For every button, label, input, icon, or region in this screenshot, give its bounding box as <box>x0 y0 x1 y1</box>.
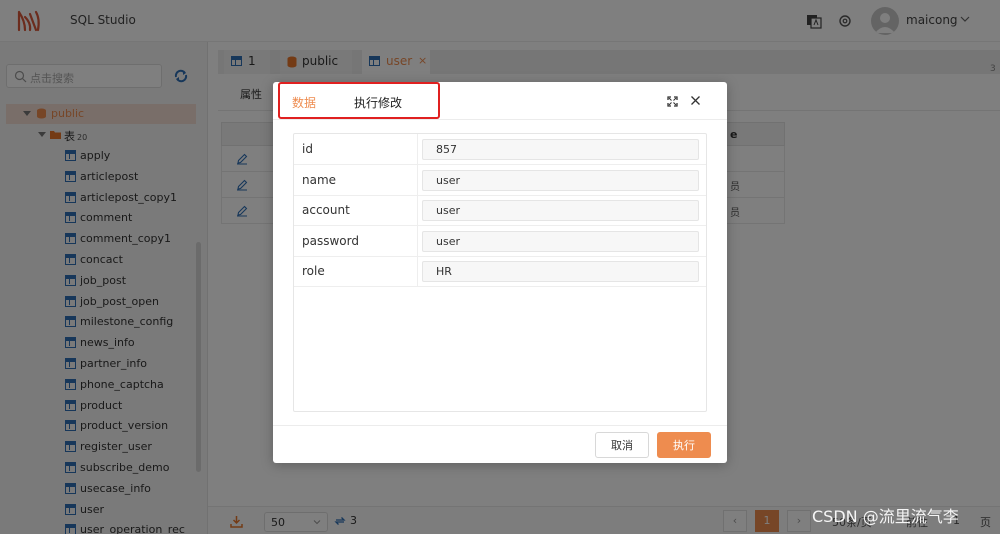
field-form: id name account password role <box>293 133 707 412</box>
field-input-id[interactable] <box>422 139 699 160</box>
field-row-id: id <box>294 134 706 165</box>
tab-data[interactable]: 数据 <box>292 94 316 111</box>
field-row-account: account <box>294 195 706 226</box>
field-input-password[interactable] <box>422 230 699 252</box>
tab-execute-changes[interactable]: 执行修改 <box>354 94 402 111</box>
field-row-role: role <box>294 256 706 287</box>
field-row-name: name <box>294 164 706 196</box>
edit-row-dialog: 数据 执行修改 id name account password role 取消 执行 <box>273 82 727 463</box>
watermark: CSDN @流里流气李 <box>812 507 959 526</box>
field-input-name[interactable] <box>422 169 699 191</box>
field-label: account <box>302 203 350 217</box>
field-row-password: password <box>294 225 706 257</box>
field-label: password <box>302 233 359 248</box>
field-label: id <box>302 142 313 156</box>
fullscreen-icon[interactable] <box>667 96 678 107</box>
field-input-role[interactable] <box>422 261 699 282</box>
field-input-account[interactable] <box>422 200 699 221</box>
close-icon[interactable] <box>690 95 701 106</box>
field-label: name <box>302 172 337 187</box>
cancel-button[interactable]: 取消 <box>595 432 649 458</box>
execute-button[interactable]: 执行 <box>657 432 711 458</box>
field-label: role <box>302 264 325 278</box>
